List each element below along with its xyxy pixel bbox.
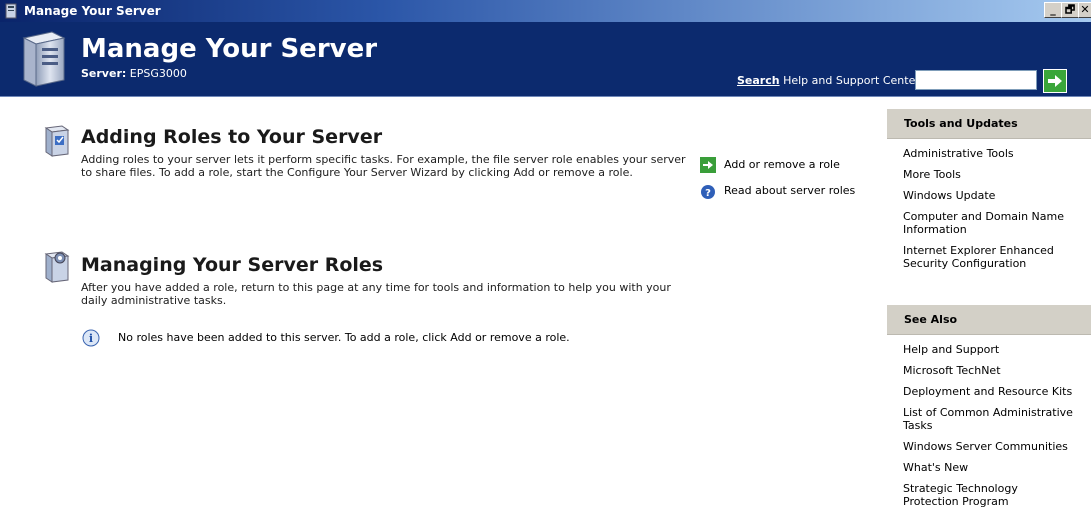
tools-and-updates-heading: Tools and Updates: [887, 109, 1091, 139]
see-also-link[interactable]: Microsoft TechNet: [903, 364, 1073, 377]
see-also-link[interactable]: Help and Support: [903, 343, 1073, 356]
minimize-button[interactable]: _: [1044, 2, 1062, 18]
managing-roles-title: Managing Your Server Roles: [81, 254, 384, 276]
tools-link[interactable]: Administrative Tools: [903, 147, 1073, 160]
adding-roles-description: Adding roles to your server lets it perf…: [81, 153, 686, 179]
info-icon: i: [82, 329, 100, 347]
page-title: Manage Your Server: [81, 34, 378, 64]
server-icon: [22, 31, 66, 87]
server-name-line: Server: EPSG3000: [81, 67, 187, 81]
add-remove-role-link[interactable]: Add or remove a role: [724, 158, 840, 172]
server-app-icon: [5, 3, 17, 19]
window-title: Manage Your Server: [24, 4, 161, 18]
search-go-button[interactable]: [1043, 69, 1067, 93]
arrow-right-icon: [700, 157, 716, 173]
see-also-list: Help and Support Microsoft TechNet Deplo…: [887, 335, 1091, 522]
arrow-right-icon: [1048, 75, 1062, 87]
managing-roles-description: After you have added a role, return to t…: [81, 281, 671, 307]
svg-text:?: ?: [705, 188, 711, 199]
see-also-heading: See Also: [887, 305, 1091, 335]
tools-list: Administrative Tools More Tools Windows …: [887, 139, 1091, 284]
search-label-bold: Search: [737, 74, 780, 87]
see-also-link[interactable]: Windows Server Communities: [903, 440, 1073, 453]
no-roles-info: No roles have been added to this server.…: [118, 331, 570, 344]
see-also-link[interactable]: What's New: [903, 461, 1073, 474]
see-also-link[interactable]: Strategic Technology Protection Program: [903, 482, 1073, 508]
header-banner: Manage Your Server Server: EPSG3000 Sear…: [0, 22, 1091, 97]
search-label-rest: Help and Support Center: [779, 74, 920, 87]
help-icon: ?: [701, 185, 715, 199]
see-also-panel: See Also Help and Support Microsoft Tech…: [887, 305, 1091, 522]
server-name: EPSG3000: [129, 67, 187, 80]
search-label: Search Help and Support Center: [737, 74, 920, 88]
tools-and-updates-panel: Tools and Updates Administrative Tools M…: [887, 109, 1091, 284]
tools-link[interactable]: Computer and Domain Name Information: [903, 210, 1073, 236]
restore-button[interactable]: 🗗: [1061, 2, 1079, 18]
tools-link[interactable]: Internet Explorer Enhanced Security Conf…: [903, 244, 1073, 270]
close-button[interactable]: ✕: [1078, 2, 1091, 18]
adding-roles-title: Adding Roles to Your Server: [81, 126, 383, 148]
tools-link[interactable]: Windows Update: [903, 189, 1073, 202]
read-server-roles-link[interactable]: Read about server roles: [724, 184, 855, 198]
tools-link[interactable]: More Tools: [903, 168, 1073, 181]
svg-text:i: i: [89, 332, 93, 345]
add-role-icon: [44, 125, 70, 157]
window-title-bar[interactable]: Manage Your Server _ 🗗 ✕: [0, 0, 1091, 22]
manage-roles-icon: [44, 251, 70, 283]
see-also-link[interactable]: List of Common Administrative Tasks: [903, 406, 1073, 432]
see-also-link[interactable]: Deployment and Resource Kits: [903, 385, 1073, 398]
search-input[interactable]: [915, 70, 1037, 90]
server-label: Server:: [81, 67, 127, 80]
